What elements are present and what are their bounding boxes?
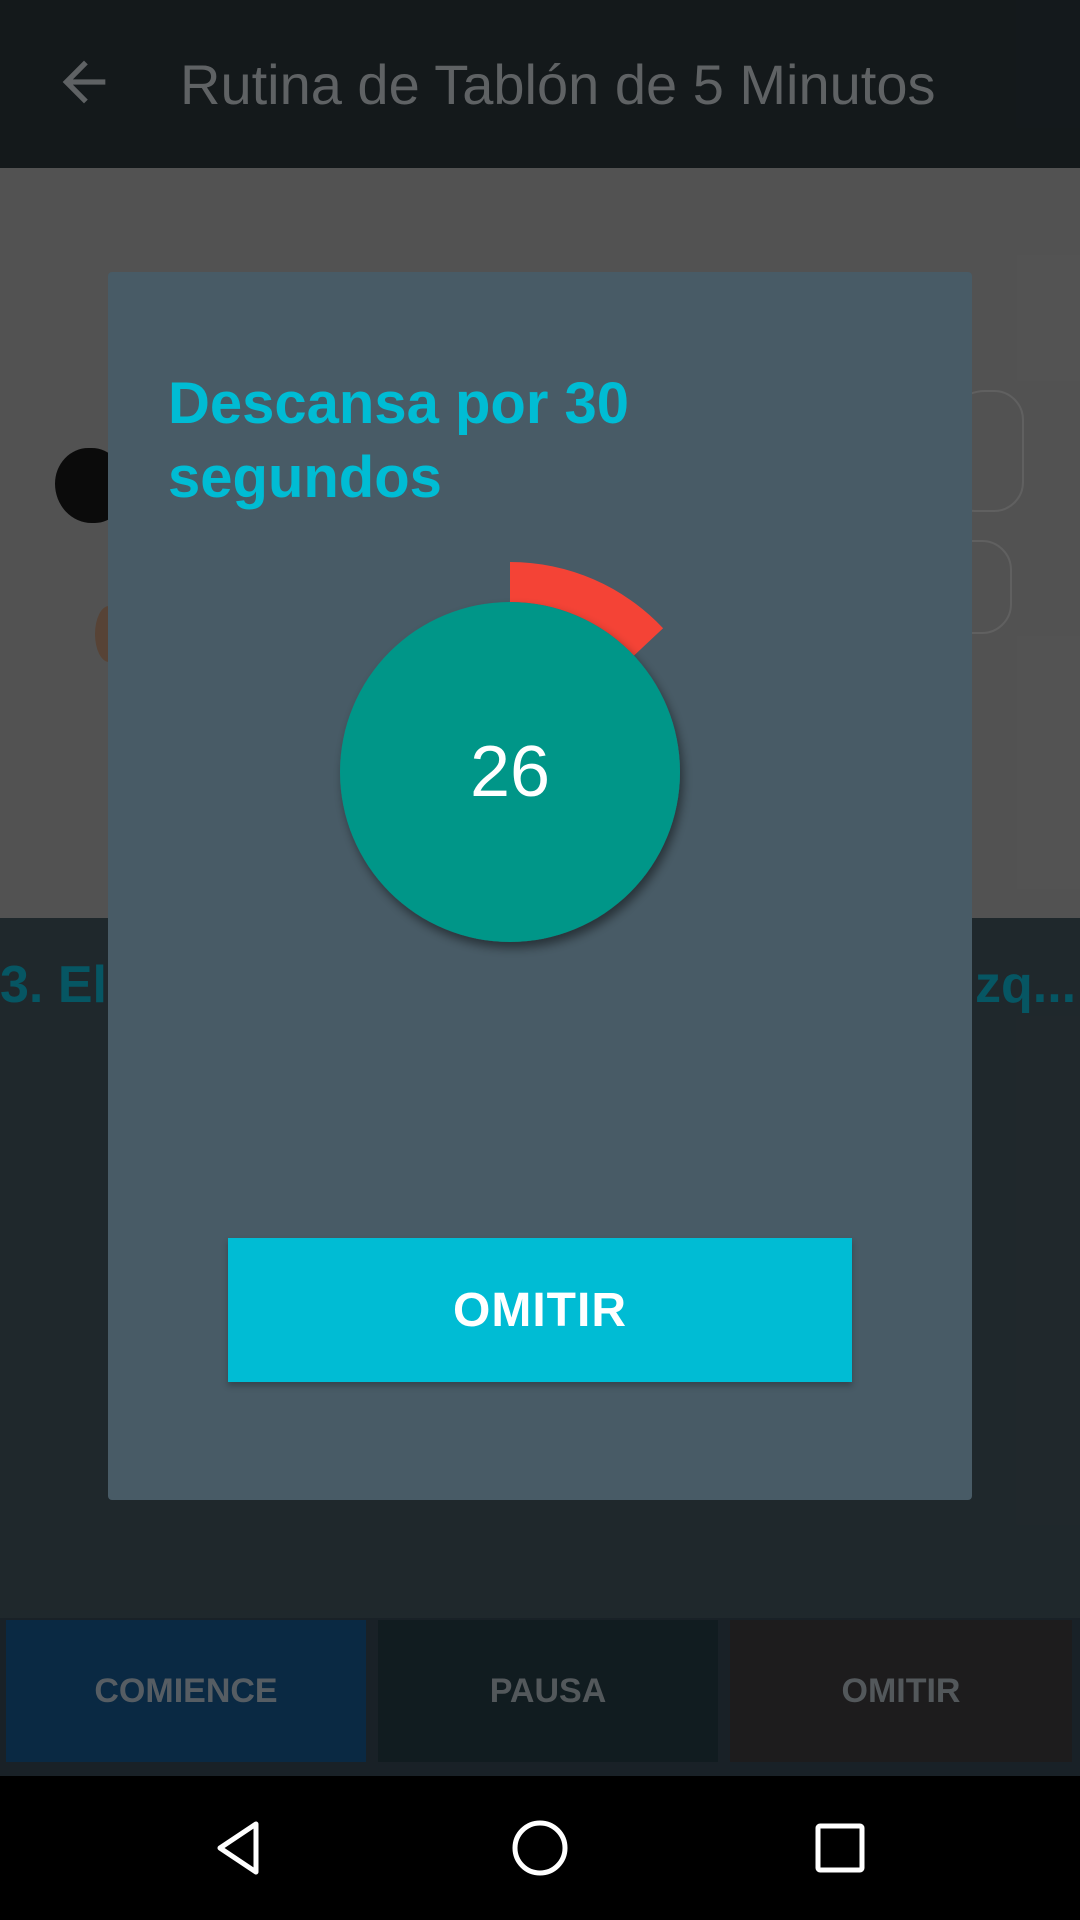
- system-nav-bar: [0, 1776, 1080, 1920]
- dialog-title: Descansa por 30 segundos: [168, 371, 630, 510]
- countdown-number: 26: [469, 732, 551, 812]
- circle-home-icon[interactable]: [508, 1816, 572, 1880]
- square-recents-icon[interactable]: [808, 1816, 872, 1880]
- rest-dialog: Descansa por 30 segundos 26 OMITIR: [108, 272, 972, 1500]
- countdown-timer: 26: [340, 562, 680, 942]
- skip-rest-button[interactable]: OMITIR: [228, 1238, 852, 1382]
- triangle-back-icon[interactable]: [208, 1816, 272, 1880]
